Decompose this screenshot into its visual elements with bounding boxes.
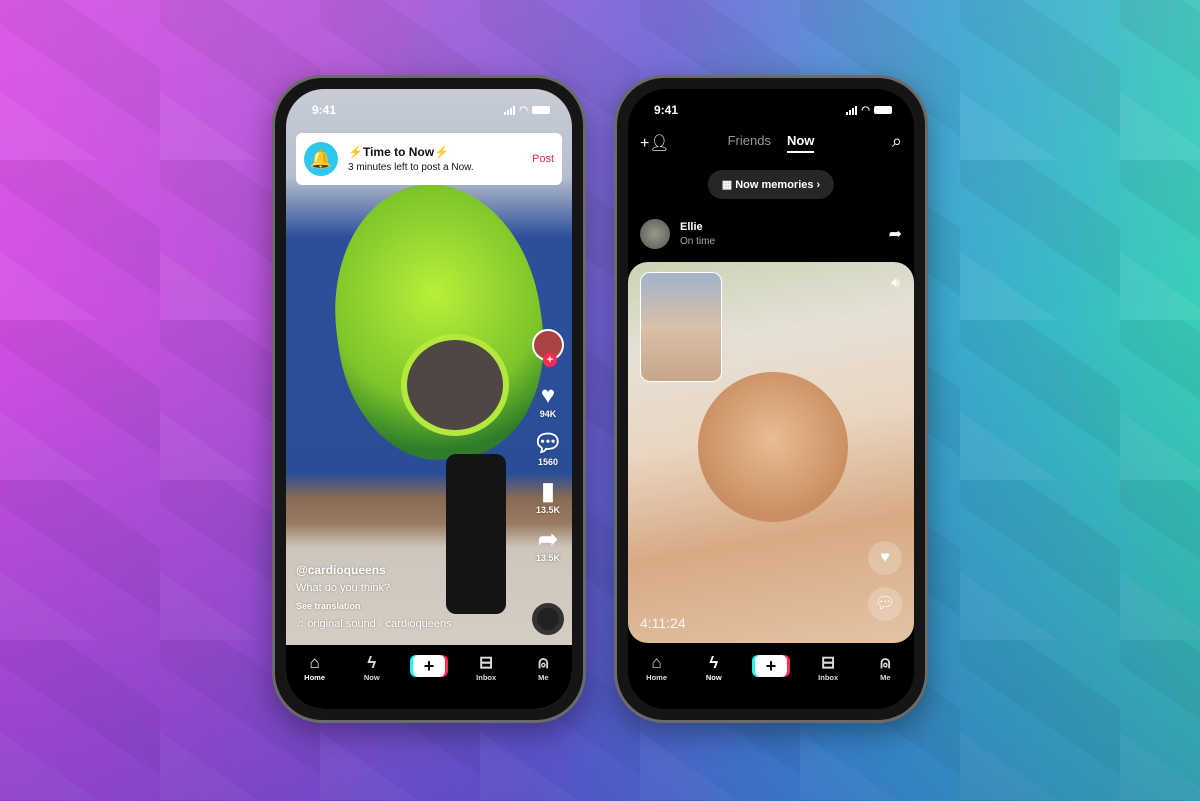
comment-icon[interactable]: 💬︎	[868, 587, 902, 621]
status-bar: 9:41 ◠	[654, 103, 892, 117]
now-post-photo[interactable]: 🔊︎ ♥ 💬︎ 4:11:24	[628, 262, 914, 643]
bookmark-icon[interactable]: ▮	[541, 479, 554, 505]
now-notification[interactable]: 🔔 ⚡Time to Now⚡ 3 minutes left to post a…	[296, 133, 562, 185]
bell-icon: 🔔	[304, 142, 338, 176]
battery-icon	[532, 106, 550, 114]
share-icon[interactable]: ➦	[538, 527, 558, 553]
sound-link[interactable]: ♫ original sound - cardioqueens	[296, 618, 452, 630]
comment-count: 1560	[537, 457, 559, 467]
phone-left: 9:41 ◠ 🔔 ⚡Time to Now⚡ 3 minutes left to …	[272, 75, 586, 723]
nav-inbox[interactable]: ⊟ Inbox	[466, 653, 506, 682]
friend-avatar[interactable]	[640, 219, 670, 249]
avocado-pit	[401, 334, 509, 436]
inbox-icon: ⊟	[821, 653, 836, 672]
friend-post-status: On time	[680, 236, 716, 247]
heart-icon[interactable]: ♥	[868, 541, 902, 575]
like-count: 94K	[539, 409, 557, 419]
front-camera-inset[interactable]	[640, 272, 722, 382]
friend-post-header: Ellie On time ➦	[640, 219, 902, 249]
person-legs	[446, 454, 506, 614]
profile-icon: ⍝	[538, 653, 549, 672]
caption-text: What do you think?	[296, 582, 391, 594]
post-timestamp: 4:11:24	[640, 615, 686, 631]
nav-now[interactable]: ϟ Now	[694, 653, 734, 682]
wifi-icon: ◠	[861, 104, 870, 116]
tab-now[interactable]: Now	[786, 133, 815, 153]
nav-create[interactable]: +	[409, 653, 449, 677]
wifi-icon: ◠	[519, 104, 528, 116]
see-translation-link[interactable]: See translation	[296, 601, 452, 611]
battery-icon	[874, 106, 892, 114]
signal-icon	[846, 105, 858, 115]
sound-disc[interactable]	[532, 603, 564, 635]
home-icon: ⌂	[309, 653, 320, 672]
signal-icon	[504, 105, 516, 115]
inbox-icon: ⊟	[479, 653, 494, 672]
status-bar: 9:41 ◠	[312, 103, 550, 117]
share-icon[interactable]: ➦	[889, 224, 902, 244]
save-count: 13.5K	[535, 505, 561, 515]
nav-inbox[interactable]: ⊟ Inbox	[808, 653, 848, 682]
share-count: 13.5K	[535, 553, 561, 563]
now-memories-button[interactable]: ▦ Now memories ›	[707, 170, 835, 199]
action-rail: + ♥ 94K 💬︎ 1560 ▮ 13.5K ➦ 13.5K	[530, 329, 566, 575]
creator-username[interactable]: @cardioqueens	[296, 563, 452, 577]
bottom-nav: ⌂ Home ϟ Now + ⊟ Inbox ⍝ Me	[286, 645, 572, 709]
screen-for-you-feed: 9:41 ◠ 🔔 ⚡Time to Now⚡ 3 minutes left to …	[286, 89, 572, 709]
phone-right: 9:41 ◠ +👤︎ Friends Now ⌕ ▦ Now memories › …	[614, 75, 928, 723]
post-button[interactable]: Post	[532, 153, 554, 165]
calendar-icon: ▦	[721, 179, 736, 191]
creator-avatar[interactable]: +	[532, 329, 564, 367]
dog-photo	[698, 372, 848, 522]
status-time: 9:41	[654, 103, 679, 117]
follow-plus-icon[interactable]: +	[543, 353, 557, 367]
nav-now[interactable]: ϟ Now	[352, 653, 392, 682]
search-icon[interactable]: ⌕	[892, 131, 902, 152]
bottom-nav: ⌂ Home ϟ Now + ⊟ Inbox ⍝ Me	[628, 645, 914, 709]
video-caption: @cardioqueens What do you think? See tra…	[296, 563, 452, 637]
nav-home[interactable]: ⌂ Home	[637, 653, 677, 682]
now-bolt-icon: ϟ	[709, 653, 719, 672]
nav-me[interactable]: ⍝ Me	[523, 653, 563, 682]
screen-now-feed: 9:41 ◠ +👤︎ Friends Now ⌕ ▦ Now memories › …	[628, 89, 914, 709]
profile-icon: ⍝	[880, 653, 891, 672]
plus-icon: +	[412, 655, 445, 677]
music-note-icon: ♫	[296, 618, 308, 630]
notification-subtitle: 3 minutes left to post a Now.	[348, 162, 474, 173]
volume-icon[interactable]: 🔊︎	[891, 274, 900, 291]
comment-icon[interactable]: 💬︎	[533, 431, 563, 457]
feed-tabs: Friends Now	[628, 133, 914, 153]
plus-icon: +	[754, 655, 787, 677]
friend-name[interactable]: Ellie	[680, 221, 715, 233]
top-bar: +👤︎ Friends Now ⌕	[628, 131, 914, 157]
status-time: 9:41	[312, 103, 337, 117]
tab-friends[interactable]: Friends	[728, 133, 771, 148]
now-bolt-icon: ϟ	[367, 653, 377, 672]
nav-home[interactable]: ⌂ Home	[295, 653, 335, 682]
chevron-right-icon: ›	[813, 179, 821, 191]
nav-create[interactable]: +	[751, 653, 791, 677]
background	[0, 0, 1200, 801]
home-icon: ⌂	[651, 653, 662, 672]
heart-icon[interactable]: ♥	[541, 383, 555, 409]
notification-title: ⚡Time to Now⚡	[348, 145, 450, 159]
nav-me[interactable]: ⍝ Me	[865, 653, 905, 682]
